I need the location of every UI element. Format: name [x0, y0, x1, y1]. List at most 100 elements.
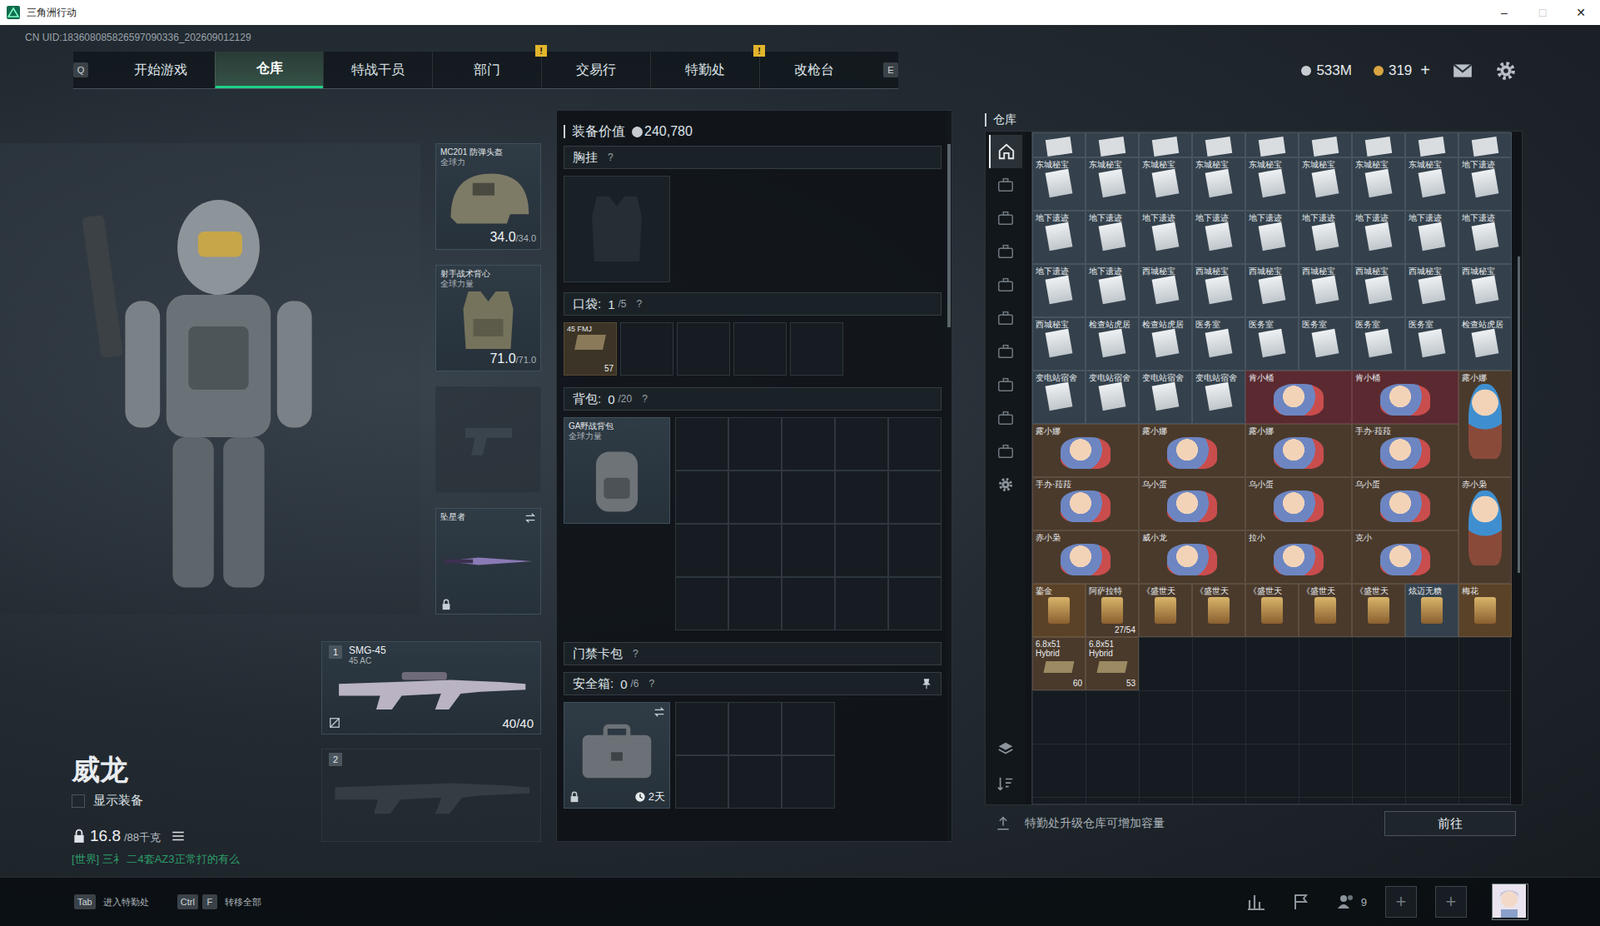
backpack-cell[interactable]: [888, 576, 942, 631]
inventory-item[interactable]: 露小娜: [1138, 423, 1246, 478]
pistol-slot[interactable]: [435, 386, 542, 493]
swap-icon[interactable]: [653, 705, 666, 718]
help-button[interactable]: ?: [632, 647, 639, 660]
checkbox-box[interactable]: [71, 794, 85, 808]
inventory-item[interactable]: 检查站虎居: [1085, 317, 1139, 371]
window-control-button[interactable]: ✕: [1561, 0, 1600, 25]
warehouse-tab[interactable]: [988, 234, 1023, 269]
inventory-item[interactable]: 《盛世天: [1245, 583, 1299, 637]
warehouse-tab[interactable]: [988, 467, 1023, 502]
safebox-cell[interactable]: [781, 701, 835, 756]
warehouse-tab[interactable]: [988, 334, 1023, 368]
nav-tab[interactable]: 特战干员: [322, 51, 433, 89]
backpack-cell[interactable]: [781, 470, 835, 524]
weapon-slot[interactable]: 1SMG-4545 AC40/40: [321, 640, 542, 735]
swap-icon[interactable]: [524, 511, 537, 524]
player-avatar[interactable]: [1491, 883, 1529, 920]
inventory-item[interactable]: 地下遗迹: [1458, 210, 1512, 264]
inventory-item[interactable]: 东城秘宝: [1192, 157, 1246, 211]
backpack-cell[interactable]: [834, 523, 889, 577]
inventory-item[interactable]: 东城秘宝: [1085, 157, 1139, 211]
inventory-item[interactable]: 拉小: [1245, 530, 1352, 584]
safebox-cell[interactable]: [728, 701, 782, 756]
chest-rig-slot[interactable]: [563, 175, 671, 283]
show-gear-checkbox[interactable]: 显示装备: [71, 792, 322, 809]
nav-tab[interactable]: 改枪台: [759, 51, 869, 89]
safebox-cell[interactable]: [728, 755, 782, 809]
pocket-slot[interactable]: [733, 322, 787, 376]
backpack-cell[interactable]: [675, 417, 729, 471]
inventory-item[interactable]: 西城秘宝: [1458, 263, 1512, 318]
inventory-item[interactable]: 医务室: [1192, 317, 1246, 371]
character-model[interactable]: [0, 143, 421, 615]
inventory-item[interactable]: 变电站宿舍: [1192, 370, 1246, 424]
inventory-item[interactable]: 医务室: [1405, 317, 1459, 371]
inventory-item[interactable]: 赤小枭: [1458, 477, 1512, 584]
backpack-cell[interactable]: [888, 470, 942, 524]
invite-slot-button[interactable]: +: [1385, 885, 1417, 918]
inventory-item[interactable]: 东城秘宝: [1405, 157, 1459, 211]
inventory-item[interactable]: 检查站虎居: [1458, 317, 1512, 371]
inventory-item[interactable]: 西城秘宝: [1351, 263, 1406, 318]
inventory-item[interactable]: 西城秘宝: [1192, 263, 1246, 318]
prev-tab-key[interactable]: Q: [73, 62, 89, 78]
inventory-item[interactable]: 肯小桶: [1351, 370, 1459, 424]
inventory-item[interactable]: 阿萨拉特27/54: [1085, 583, 1139, 637]
inventory-item[interactable]: 西城秘宝: [1298, 263, 1352, 318]
warehouse-tab[interactable]: [988, 268, 1023, 302]
helmet-slot[interactable]: MC201 防弹头盔全球力34.0/34.0: [435, 143, 542, 250]
warehouse-tab[interactable]: [988, 401, 1023, 435]
backpack-cell[interactable]: [834, 576, 889, 631]
inventory-item[interactable]: 地下遗迹: [1085, 263, 1139, 318]
sort-icon[interactable]: [996, 774, 1015, 793]
pocket-slot[interactable]: [620, 322, 674, 376]
backpack-cell[interactable]: [781, 417, 835, 471]
nav-tab[interactable]: 特勤处!: [650, 51, 760, 89]
inventory-item[interactable]: [1085, 132, 1139, 158]
inventory-item[interactable]: 西城秘宝: [1245, 263, 1299, 318]
nav-tab[interactable]: 仓库: [214, 51, 323, 89]
inventory-item[interactable]: 西城秘宝: [1032, 317, 1086, 371]
inventory-item[interactable]: 肯小桶: [1245, 370, 1352, 424]
next-tab-key[interactable]: E: [883, 62, 899, 78]
backpack-cell[interactable]: [888, 523, 942, 577]
settings-gear-icon[interactable]: [1495, 59, 1517, 82]
pocket-slot[interactable]: 45 FMJ57: [563, 322, 617, 376]
inventory-item[interactable]: 西城秘宝: [1405, 263, 1459, 318]
inventory-item[interactable]: 东城秘宝: [1138, 157, 1193, 211]
inventory-item[interactable]: 炫迈无糖: [1405, 583, 1459, 637]
help-button[interactable]: ?: [607, 151, 614, 164]
melee-slot[interactable]: 坠星者: [435, 507, 542, 615]
layers-icon[interactable]: [996, 739, 1015, 758]
inventory-item[interactable]: 威小龙: [1138, 530, 1246, 584]
inventory-item[interactable]: 检查站虎居: [1138, 317, 1193, 371]
backpack-cell[interactable]: [675, 576, 729, 631]
inventory-item[interactable]: 医务室: [1245, 317, 1299, 371]
armor-slot[interactable]: 射手战术背心全球力量71.0/71.0: [435, 264, 542, 372]
warehouse-tab[interactable]: [988, 201, 1023, 235]
inventory-item[interactable]: 地下遗迹: [1458, 157, 1512, 211]
window-control-button[interactable]: □: [1523, 0, 1562, 25]
pocket-slot[interactable]: [676, 322, 731, 376]
warehouse-tab[interactable]: [988, 134, 1023, 169]
inventory-item[interactable]: 地下遗迹: [1032, 263, 1086, 318]
safebox-slot[interactable]: 2天: [563, 701, 671, 809]
nav-tab[interactable]: 交易行: [541, 51, 651, 89]
weapon-slot[interactable]: 2: [321, 748, 542, 842]
warehouse-tab[interactable]: [988, 434, 1023, 468]
inventory-item[interactable]: 乌小蛋: [1351, 477, 1459, 531]
warehouse-scrollbar[interactable]: [1515, 131, 1522, 805]
backpack-slot[interactable]: GA野战背包全球力量: [563, 417, 671, 524]
inventory-item[interactable]: 东城秘宝: [1032, 157, 1086, 211]
inventory-item[interactable]: 乌小蛋: [1245, 477, 1352, 531]
inventory-item[interactable]: [1458, 132, 1512, 158]
safebox-cell[interactable]: [675, 701, 729, 756]
inventory-item[interactable]: 《盛世天: [1351, 583, 1406, 637]
inventory-item[interactable]: [1298, 132, 1352, 158]
inventory-item[interactable]: 《盛世天: [1298, 583, 1352, 637]
inventory-item[interactable]: 医务室: [1298, 317, 1352, 371]
backpack-cell[interactable]: [781, 523, 835, 577]
friends-button[interactable]: 9: [1336, 891, 1367, 912]
inventory-item[interactable]: 6.8x51 Hybrid60: [1032, 636, 1086, 691]
top-up-button[interactable]: +: [1420, 60, 1431, 80]
